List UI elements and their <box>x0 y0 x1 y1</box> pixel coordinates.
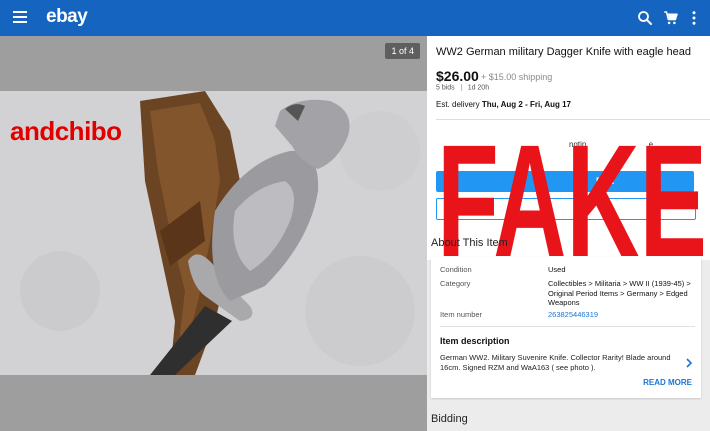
cart-icon[interactable] <box>662 9 680 27</box>
item-details-panel: WW2 German military Dagger Knife with ea… <box>427 36 710 431</box>
shipping-cost: + $15.00 shipping <box>481 72 553 82</box>
delivery-dates: Thu, Aug 2 - Fri, Aug 17 <box>481 100 571 109</box>
item-description-text: German WW2. Military Suvenire Knife. Col… <box>440 353 671 372</box>
category-label: Category <box>440 279 471 288</box>
delivery-label: Est. delivery <box>436 100 480 109</box>
top-app-bar: ebay <box>0 0 710 36</box>
listing-title: WW2 German military Dagger Knife with ea… <box>436 46 691 58</box>
category-value: Collectibles > Militaria > WW II (1939-4… <box>548 279 691 307</box>
divider <box>440 326 695 327</box>
image-gallery[interactable]: 1 of 4 andchibo <box>0 36 427 431</box>
ebay-logo[interactable]: ebay <box>46 6 88 28</box>
estimated-delivery: Est. delivery Thu, Aug 2 - Fri, Aug 17 <box>436 100 571 109</box>
item-number-link[interactable]: 263825446319 <box>548 310 695 320</box>
bidding-section-title: Bidding <box>431 413 468 425</box>
listing-summary-card: WW2 German military Dagger Knife with ea… <box>427 36 710 264</box>
image-counter: 1 of 4 <box>385 43 420 59</box>
bid-count: 5 bids <box>436 84 455 92</box>
item-description-title: Item description <box>440 336 510 346</box>
condition-value: Used <box>548 265 566 274</box>
more-icon[interactable] <box>685 9 703 27</box>
about-item-card: Condition Used Category Collectibles > M… <box>431 257 701 398</box>
menu-icon[interactable] <box>13 11 27 23</box>
chevron-right-icon[interactable] <box>685 358 693 368</box>
about-section-title: About This Item <box>431 237 508 249</box>
current-price: $26.00 <box>436 68 479 84</box>
item-number-label: Item number <box>440 310 483 319</box>
bid-meta: 5 bids 1d 20h <box>436 84 489 91</box>
time-left: 1d 20h <box>467 84 490 92</box>
seller-watermark: andchibo <box>10 116 122 146</box>
condition-label: Condition <box>440 265 472 274</box>
read-more-link[interactable]: READ MORE <box>643 378 692 387</box>
search-icon[interactable] <box>636 9 654 27</box>
